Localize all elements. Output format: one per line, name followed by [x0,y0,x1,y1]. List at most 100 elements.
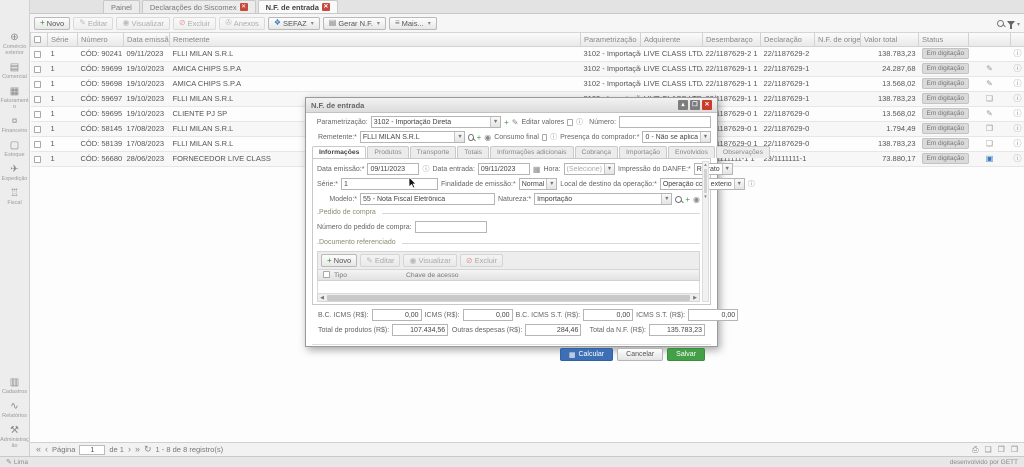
export-csv-icon[interactable]: ❒ [1011,445,1018,454]
chevron-down-icon[interactable]: ▼ [661,194,671,204]
select-all-checkbox[interactable] [31,33,48,46]
doc-icon[interactable]: ❏ [986,94,993,103]
sidebar-item-fiscal[interactable]: ♖Fiscal [0,189,30,206]
finalidade-select[interactable]: Normal ▼ [519,178,558,190]
hora-select[interactable]: (Selecione) ▼ [564,163,615,175]
eye-icon[interactable]: ◉ [484,133,491,142]
data-entrada-input[interactable] [478,163,530,175]
export-xls-icon[interactable]: ❐ [998,445,1005,454]
chevron-down-icon[interactable]: ▼ [734,179,744,189]
modal-tab-importa-o[interactable]: Importação [619,146,667,158]
sidebar-item-com-rcio-exterior[interactable]: ⊕Comércio exterior [0,33,30,56]
pedido-compra-input[interactable] [415,221,487,233]
new-button[interactable]: +Novo [34,17,70,30]
total-nf-input[interactable] [649,324,705,336]
note-icon[interactable]: ✎ [986,109,993,118]
cancelar-button[interactable]: Cancelar [617,348,663,361]
page-input[interactable] [79,445,105,455]
eye-icon[interactable]: ◉ [693,195,700,204]
pencil-icon[interactable]: ✎ [512,118,519,127]
blue-icon[interactable]: ▣ [986,154,994,163]
sidebar-item-faturamento[interactable]: ▦Faturamento [0,87,30,110]
chevron-down-icon[interactable]: ▼ [454,132,464,142]
row-checkbox[interactable] [34,126,41,133]
info-icon[interactable]: ⓘ [1014,124,1022,133]
note-icon[interactable]: ✎ [986,64,993,73]
doc-icon[interactable]: ❏ [986,139,993,148]
calendar-icon[interactable]: ▦ [533,165,541,174]
modelo-input[interactable] [360,193,495,205]
tab-painel[interactable]: Painel [103,0,140,13]
icms-st-input[interactable] [688,309,738,321]
danfe-select[interactable]: Retrato ▼ [694,163,733,175]
icms-input[interactable] [463,309,513,321]
search-icon[interactable] [468,134,473,141]
page-icon[interactable]: ❒ [986,124,993,133]
row-checkbox[interactable] [34,51,41,58]
row-checkbox[interactable] [34,141,41,148]
export-pdf-icon[interactable]: ❏ [984,445,991,454]
row-checkbox[interactable] [34,81,41,88]
chevron-down-icon[interactable]: ▼ [490,117,500,127]
bc-icms-st-input[interactable] [583,309,633,321]
info-icon[interactable]: ⓘ [1014,154,1022,163]
chevron-down-icon[interactable]: ▼ [604,164,614,174]
serie-input[interactable] [341,178,438,190]
modal-tab-transporte[interactable]: Transporte [410,146,457,158]
row-checkbox[interactable] [34,111,41,118]
presenca-comprador-select[interactable]: 0 - Não se aplica ▼ [642,131,711,143]
docref-new-button[interactable]: +Novo [321,254,357,267]
outras-despesas-input[interactable] [525,324,581,336]
sidebar-item-administra-o[interactable]: ⚒Administração [0,426,30,449]
data-emissao-input[interactable] [367,163,419,175]
parametrizacao-select[interactable]: 3102 - Importação Direta ▼ [371,116,501,128]
filter-icon[interactable]: ▾ [1007,19,1020,28]
add-icon[interactable]: + [504,118,509,127]
select-all-checkbox[interactable] [323,271,330,278]
info-icon[interactable]: ⓘ [1014,139,1022,148]
prev-page-button[interactable]: ‹ [45,445,48,454]
add-icon[interactable]: + [477,133,482,142]
modal-tab-totais[interactable]: Totais [457,146,489,158]
close-icon[interactable]: ✕ [240,3,248,11]
table-row[interactable]: 1CÓD: 9024109/11/2023FLLI MILAN S.R.L310… [31,46,1024,61]
refresh-icon[interactable]: ↻ [144,445,152,454]
info-icon[interactable]: ⓘ [1014,79,1022,88]
info-icon[interactable]: ⓘ [1014,109,1022,118]
sefaz-button[interactable]: ❖SEFAZ▾ [268,17,320,30]
chevron-down-icon[interactable]: ▼ [700,132,710,142]
search-icon[interactable] [997,20,1004,27]
modal-tab-envolvidos[interactable]: Envolvidos [668,146,715,158]
calcular-button[interactable]: ▦ Calcular [560,348,613,361]
sidebar-item-financeiro[interactable]: ¤Financeiro [0,117,30,134]
sidebar-item-expedi-o[interactable]: ✈Expedição [0,165,30,182]
close-icon[interactable]: ✕ [702,100,712,110]
last-page-button[interactable]: » [135,445,140,454]
consumo-final-checkbox[interactable] [542,134,547,141]
modal-tab-cobran-a[interactable]: Cobrança [575,146,618,158]
total-produtos-input[interactable] [392,324,448,336]
modal-tab-informa-es[interactable]: Informações [312,146,366,158]
sidebar-item-estoque[interactable]: ▢Estoque [0,141,30,158]
modal-tab-informa-es-adicionais[interactable]: Informações adicionais [490,146,574,158]
modal-tab-produtos[interactable]: Produtos [367,146,408,158]
modal-title-bar[interactable]: N.F. de entrada ▴ ❐ ✕ [306,98,717,113]
info-icon[interactable]: ⓘ [1014,64,1022,73]
numero-input[interactable] [619,116,711,128]
vertical-scrollbar[interactable]: ▲▼ [702,161,709,302]
remetente-select[interactable]: FLLI MILAN S.R.L ▼ [360,131,466,143]
row-checkbox[interactable] [34,156,41,163]
chevron-down-icon[interactable]: ▼ [546,179,556,189]
sidebar-item-cadastros[interactable]: ▥Cadastros [0,378,30,395]
next-page-button[interactable]: › [128,445,131,454]
table-row[interactable]: 1CÓD: 5969919/10/2023AMICA CHIPS S.P.A31… [31,61,1024,76]
chevron-down-icon[interactable]: ▼ [722,164,732,174]
note-icon[interactable]: ✎ [986,79,993,88]
editar-valores-checkbox[interactable] [567,119,573,126]
tab-n-f-de-entrada[interactable]: N.F. de entrada✕ [258,0,338,13]
row-checkbox[interactable] [34,66,41,73]
collapse-icon[interactable]: ▴ [678,100,688,110]
natureza-select[interactable]: Importação ▼ [534,193,672,205]
sidebar-item-comercial[interactable]: ▤Comercial [0,63,30,80]
salvar-button[interactable]: Salvar [667,348,705,361]
